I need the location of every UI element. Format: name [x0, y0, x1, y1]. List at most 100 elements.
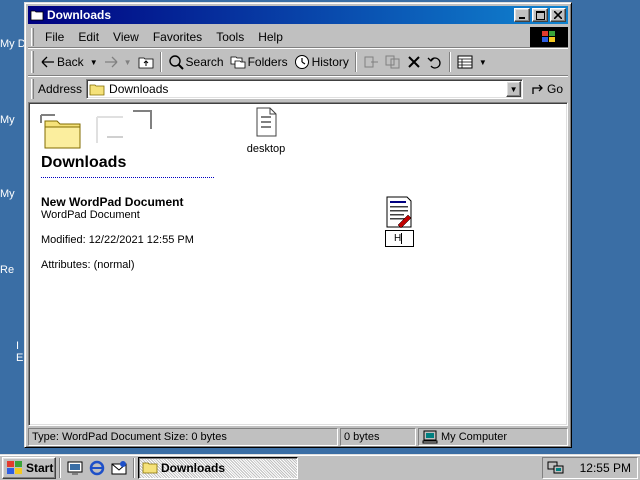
search-label: Search	[185, 55, 224, 69]
go-button[interactable]: Go	[531, 82, 563, 96]
forward-button[interactable]: ▼	[101, 51, 135, 73]
quicklaunch-internet-explorer[interactable]	[87, 458, 107, 478]
back-button[interactable]: Back ▼	[38, 51, 101, 73]
status-bytes: 0 bytes	[340, 428, 416, 446]
go-label: Go	[547, 82, 564, 96]
folder-icon	[89, 84, 105, 95]
text-caret	[401, 233, 403, 244]
menubar-grip[interactable]	[31, 27, 34, 46]
taskbar-button-label: Downloads	[161, 460, 226, 475]
toolbar-separator	[159, 52, 162, 72]
address-label: Address	[38, 82, 83, 96]
search-icon	[168, 55, 184, 70]
address-dropdown-button[interactable]: ▼	[506, 81, 522, 97]
taskbar-separator	[133, 457, 135, 478]
forward-arrow-icon	[104, 56, 118, 68]
windows-flag-icon	[542, 30, 555, 42]
up-folder-button[interactable]	[135, 51, 157, 73]
desktop-icon-label[interactable]: My	[0, 114, 26, 126]
menu-help[interactable]: Help	[251, 30, 290, 44]
back-label: Back	[57, 55, 84, 69]
menu-edit[interactable]: Edit	[71, 30, 106, 44]
selected-item-modified: Modified: 12/22/2021 12:55 PM	[41, 234, 194, 246]
heading-divider	[41, 177, 214, 179]
start-label: Start	[26, 460, 54, 475]
up-folder-icon	[138, 57, 153, 69]
rename-input[interactable]: H	[385, 230, 414, 247]
toolbar-separator	[354, 52, 357, 72]
title-bar[interactable]: Downloads	[28, 6, 568, 24]
status-zone: My Computer	[418, 428, 568, 446]
show-desktop-icon	[67, 461, 83, 475]
system-tray: 12:55 PM	[542, 456, 638, 479]
status-bar: Type: WordPad Document Size: 0 bytes 0 b…	[28, 428, 568, 446]
toolbar-separator	[448, 52, 451, 72]
taskbar-separator	[59, 457, 61, 478]
address-value: Downloads	[109, 82, 169, 96]
addressbar-grip[interactable]	[31, 79, 34, 99]
standard-toolbar: Back ▼ ▼ Search Folders History ▼	[28, 49, 568, 76]
start-button[interactable]: Start	[2, 456, 56, 479]
taskbar-button-downloads[interactable]: Downloads	[138, 456, 298, 479]
folders-icon	[230, 56, 245, 69]
desktop-icon-label[interactable]: Re	[0, 264, 26, 276]
undo-icon	[427, 57, 441, 69]
desktop-icon-label[interactable]: My	[0, 188, 26, 200]
selected-item-type: WordPad Document	[41, 209, 140, 221]
selected-item-name: New WordPad Document	[41, 195, 184, 209]
desktop-icon-label[interactable]: My D	[0, 38, 26, 50]
search-button[interactable]: Search	[165, 51, 227, 73]
outlook-express-icon	[111, 460, 127, 474]
wordpad-document-icon[interactable]	[384, 195, 414, 229]
folders-label: Folders	[247, 55, 288, 69]
move-to-icon	[364, 56, 378, 68]
menu-bar: File Edit View Favorites Tools Help	[28, 26, 568, 48]
folder-heading: Downloads	[41, 154, 127, 171]
views-button[interactable]: ▼	[454, 51, 490, 73]
status-type-size: Type: WordPad Document Size: 0 bytes	[28, 428, 338, 446]
close-icon	[554, 11, 562, 19]
quicklaunch-show-desktop[interactable]	[65, 458, 85, 478]
copy-to-button[interactable]	[382, 51, 404, 73]
taskbar: Start Downloads 12:55 PM	[0, 454, 640, 480]
close-button[interactable]	[550, 8, 566, 22]
file-item-label: desktop	[246, 143, 286, 155]
folder-icon	[30, 10, 44, 21]
address-input[interactable]: Downloads ▼	[86, 79, 524, 99]
folder-icon	[142, 462, 158, 474]
internet-explorer-icon	[89, 460, 105, 475]
delete-button[interactable]	[404, 51, 424, 73]
forward-dropdown-icon[interactable]: ▼	[124, 58, 132, 67]
maximize-button[interactable]	[532, 8, 548, 22]
menu-favorites[interactable]: Favorites	[146, 30, 209, 44]
folders-button[interactable]: Folders	[227, 51, 291, 73]
minimize-button[interactable]	[514, 8, 530, 22]
chevron-down-icon: ▼	[509, 84, 518, 94]
menu-view[interactable]: View	[106, 30, 146, 44]
back-arrow-icon	[41, 56, 54, 68]
views-icon	[457, 55, 473, 69]
folder-content-pane[interactable]: Downloads desktop New WordPad Document W…	[28, 102, 568, 426]
rename-value: H	[394, 233, 402, 244]
menu-file[interactable]: File	[38, 30, 71, 44]
quicklaunch-outlook-express[interactable]	[109, 458, 129, 478]
move-to-button[interactable]	[360, 51, 382, 73]
history-button[interactable]: History	[291, 51, 352, 73]
window-title: Downloads	[47, 8, 112, 22]
history-label: History	[311, 55, 349, 69]
status-zone-label: My Computer	[441, 431, 508, 443]
clock[interactable]: 12:55 PM	[580, 461, 631, 475]
toolbar-grip[interactable]	[31, 51, 34, 73]
copy-to-icon	[385, 55, 400, 69]
undo-button[interactable]	[424, 51, 446, 73]
back-dropdown-icon[interactable]: ▼	[90, 58, 98, 67]
folder-watermark-icon	[40, 110, 152, 149]
views-dropdown-icon[interactable]: ▼	[479, 58, 487, 67]
menu-tools[interactable]: Tools	[209, 30, 251, 44]
file-item-desktop[interactable]: desktop	[241, 106, 291, 155]
delete-x-icon	[408, 56, 420, 68]
windows-logo	[530, 26, 568, 47]
network-icon[interactable]	[547, 461, 565, 475]
windows-flag-icon	[7, 460, 22, 474]
history-icon	[294, 55, 309, 69]
